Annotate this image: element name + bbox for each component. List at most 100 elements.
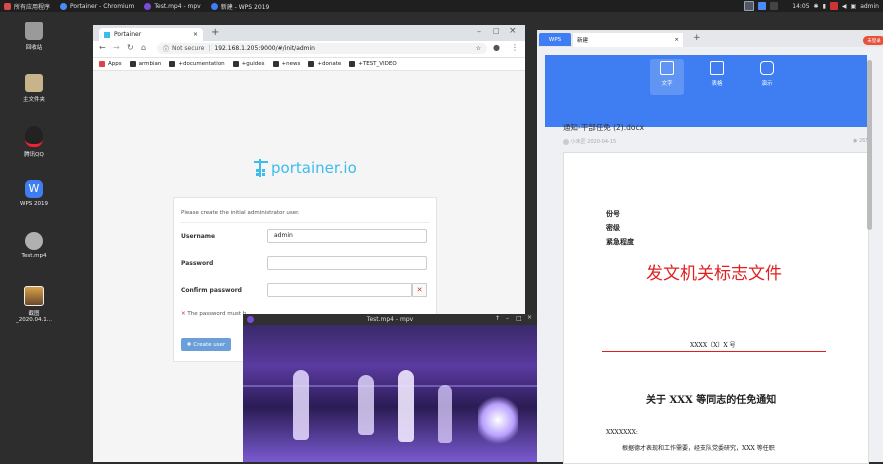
new-tab-button[interactable]: +	[211, 27, 219, 38]
desktop-icon-label: 截图_2020.04.1...	[16, 311, 52, 323]
taskbar-item-chromium[interactable]: Portainer - Chromium	[56, 0, 140, 12]
red-divider	[602, 351, 826, 352]
create-user-button[interactable]: ✚ Create user	[181, 338, 231, 351]
tab-new-document[interactable]: 新建 ×	[573, 33, 683, 47]
close-button[interactable]: ×	[527, 314, 532, 321]
bookmark-folder-icon	[272, 61, 279, 67]
video-frame[interactable]	[243, 325, 537, 462]
mismatch-x-icon: ✕	[412, 283, 427, 297]
mpv-icon	[144, 2, 152, 10]
wps-window: WPS 新建 × + 未登录 文字 表格 演示 通知-干部任免 (2).docx…	[537, 30, 883, 464]
password-input[interactable]	[267, 256, 427, 270]
maximize-button[interactable]: □	[516, 315, 522, 322]
portainer-crane-icon	[254, 159, 268, 177]
doc-title[interactable]: 通知-干部任免 (2).docx	[563, 122, 644, 133]
qq-penguin-icon	[25, 126, 43, 147]
new-tab-button[interactable]: +	[693, 33, 701, 43]
bookmark-item[interactable]: +donate	[308, 61, 341, 67]
home-icon[interactable]: ⌂	[141, 43, 146, 52]
minimize-button[interactable]: –	[477, 27, 481, 36]
close-tab-icon[interactable]: ×	[674, 37, 679, 43]
desktop-icon-trash[interactable]: 回收站	[14, 22, 54, 51]
lock-icon[interactable]: ▣	[851, 3, 857, 10]
new-spreadsheet-button[interactable]: 表格	[702, 61, 732, 87]
password-mismatch-message: ✕ The password must b	[181, 311, 247, 317]
bookmark-item[interactable]: +news	[272, 61, 300, 67]
scrollbar[interactable]	[867, 60, 872, 230]
add-user-icon: ✚	[186, 341, 192, 348]
apps-grid-icon	[99, 61, 105, 67]
taskbar-label: Portainer - Chromium	[70, 2, 135, 10]
close-button[interactable]: ×	[509, 26, 517, 36]
security-label: Not secure	[172, 45, 205, 52]
bookmarks-bar: Apps armbian +documentation +guides +new…	[93, 58, 525, 71]
bookmark-star-icon[interactable]: ☆	[476, 45, 481, 52]
doc-subject: 关于 XXX 等同志的任免通知	[646, 395, 777, 406]
forward-icon[interactable]: →	[113, 43, 120, 52]
power-icon[interactable]	[829, 2, 838, 10]
wps-icon	[210, 2, 218, 10]
input-method-icon[interactable]	[770, 2, 779, 10]
desktop-icon-wps[interactable]: W WPS 2019	[14, 180, 54, 207]
bookmark-folder-icon	[129, 61, 136, 67]
close-tab-icon[interactable]: ×	[193, 31, 198, 38]
confirm-password-input[interactable]	[267, 283, 412, 297]
username-input[interactable]: admin	[267, 229, 427, 243]
desktop-icon-video[interactable]: Test.mp4	[14, 232, 54, 259]
back-icon[interactable]: ←	[99, 43, 106, 52]
doc-meta: 小未匠 2020-04-15	[563, 138, 616, 145]
desktop-icon-label: 回收站	[25, 45, 43, 51]
bluetooth-icon[interactable]: ✱	[814, 3, 819, 10]
wps-new-ribbon: 文字 表格 演示	[545, 55, 867, 127]
username[interactable]: admin	[860, 3, 879, 10]
tab-wps-home[interactable]: WPS	[539, 33, 571, 46]
portainer-favicon	[104, 31, 110, 38]
profile-icon[interactable]: ●	[493, 43, 500, 52]
new-presentation-button[interactable]: 演示	[752, 61, 782, 87]
reload-icon[interactable]: ↻	[127, 43, 134, 52]
desktop-icon-label: WPS 2019	[20, 201, 48, 207]
minimize-button[interactable]: –	[506, 315, 509, 322]
bookmark-item[interactable]: armbian	[129, 61, 161, 67]
document-preview: 份号 密级 紧急程度 发文机关标志文件 XXXX〔X〕X 号 关于 XXX 等同…	[563, 152, 869, 464]
menu-icon[interactable]: ⋮	[511, 43, 519, 52]
desktop-icon-label: 主文件夹	[22, 97, 45, 103]
bookmark-item[interactable]: +TEST_VIDEO	[349, 61, 397, 67]
mpv-icon	[247, 316, 254, 323]
new-writer-button[interactable]: 文字	[650, 59, 684, 95]
app-menu-icon	[4, 2, 11, 10]
mpv-window-title: Test.mp4 - mpv	[366, 316, 414, 323]
taskbar: 所有应用程序 Portainer - Chromium Test.mp4 - m…	[0, 0, 883, 12]
pin-icon[interactable]: ↑	[495, 315, 500, 322]
bookmark-item[interactable]: +guides	[232, 61, 265, 67]
confirm-password-label: Confirm password	[181, 287, 242, 294]
desktop-icon-qq[interactable]: 腾讯QQ	[14, 126, 54, 158]
tab-title: Portainer	[114, 31, 142, 38]
doc-salutation: XXXXXXX:	[606, 429, 638, 436]
info-icon[interactable]: ⓘ	[163, 44, 169, 53]
maximize-button[interactable]: □	[493, 27, 500, 35]
doc-field: 份号	[606, 209, 620, 218]
video-file-icon	[25, 232, 43, 250]
image-file-icon	[24, 286, 44, 306]
window-switcher-icon[interactable]	[744, 1, 755, 11]
login-badge[interactable]: 未登录	[863, 36, 883, 45]
omnibox[interactable]: ⓘ Not secure | 192.168.1.205:9000/#/init…	[157, 43, 487, 54]
username-label: Username	[181, 233, 216, 240]
bookmark-item[interactable]: +documentation	[169, 61, 225, 67]
mpv-title-bar: Test.mp4 - mpv ↑ – □ ×	[243, 314, 537, 325]
chrome-tab-strip: Portainer × + – □ ×	[93, 25, 525, 41]
taskbar-item-wps[interactable]: 新建 - WPS 2019	[207, 0, 276, 12]
taskbar-app-menu[interactable]: 所有应用程序	[0, 0, 56, 12]
desktop-icon-label: 腾讯QQ	[24, 152, 44, 158]
tab-portainer[interactable]: Portainer ×	[99, 28, 203, 41]
taskbar-item-mpv[interactable]: Test.mp4 - mpv	[140, 0, 206, 12]
network-icon[interactable]	[758, 2, 767, 10]
clock[interactable]: 14:05	[792, 3, 809, 10]
desktop-icon-screenshot[interactable]: 截图_2020.04.1...	[14, 286, 54, 323]
desktop-icon-home[interactable]: 主文件夹	[14, 74, 54, 103]
battery-icon[interactable]: ▮	[823, 3, 826, 10]
volume-icon[interactable]: ◀	[842, 3, 847, 10]
bookmark-apps[interactable]: Apps	[99, 61, 122, 67]
error-x-icon: ✕	[181, 311, 186, 317]
